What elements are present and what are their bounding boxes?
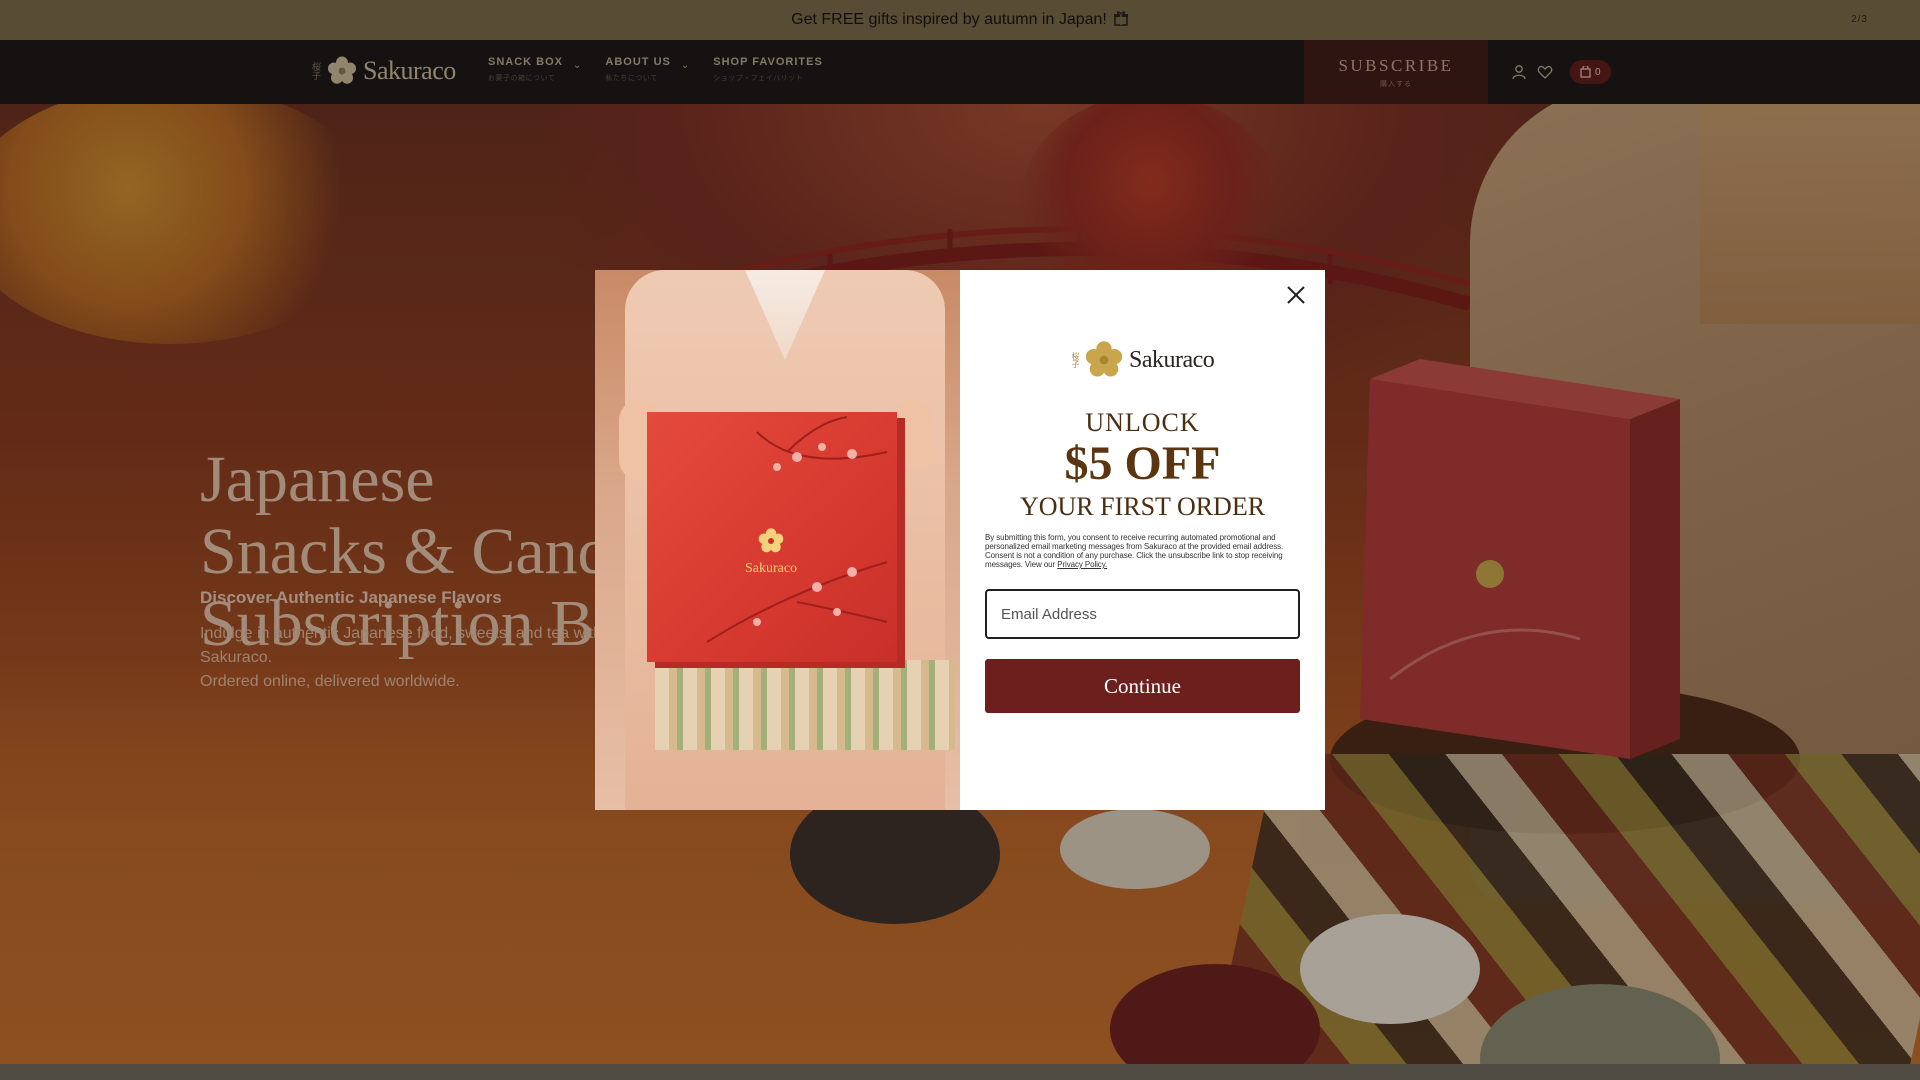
modal-form-panel: 桜子 Sakuraco UNLOCK $5 OFF YOUR FIRST ORD… <box>960 270 1325 810</box>
sakura-flower-icon <box>758 528 784 553</box>
logo-kanji: 桜子 <box>1071 352 1080 368</box>
headline-first-order: YOUR FIRST ORDER <box>1019 492 1266 521</box>
modal-logo: 桜子 Sakuraco <box>1070 338 1215 382</box>
box-wordmark: Sakuraco <box>745 561 798 576</box>
discount-modal: Sakuraco 桜子 Sakuraco UNLOCK $5 OFF YOUR … <box>595 270 1325 810</box>
consent-text: By submitting this form, you consent to … <box>985 533 1303 569</box>
continue-button[interactable]: Continue <box>985 659 1300 713</box>
headline-discount: $5 OFF <box>1064 437 1221 490</box>
privacy-policy-link[interactable]: Privacy Policy. <box>1057 560 1107 569</box>
kimono-obi <box>655 660 955 750</box>
email-field[interactable] <box>985 589 1300 639</box>
hand <box>895 400 931 470</box>
box-logo: Sakuraco <box>745 526 797 577</box>
consent-body: By submitting this form, you consent to … <box>985 533 1284 569</box>
headline-unlock: UNLOCK <box>1085 408 1200 437</box>
close-icon[interactable] <box>1285 284 1307 306</box>
sakura-flower-icon <box>1085 341 1123 377</box>
modal-image: Sakuraco <box>595 270 960 810</box>
logo-wordmark: Sakuraco <box>1129 346 1215 373</box>
